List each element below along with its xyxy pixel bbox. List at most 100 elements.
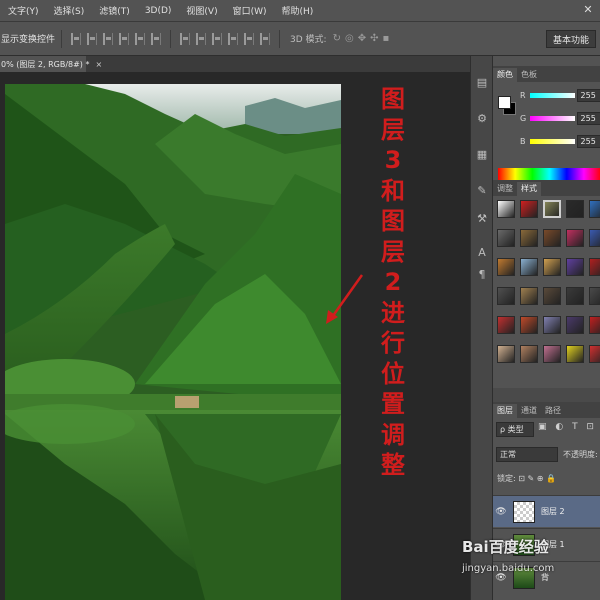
tab-paths[interactable]: 路径 (541, 404, 565, 418)
style-swatch[interactable] (589, 316, 600, 334)
blue-channel-slider[interactable] (529, 138, 575, 144)
style-swatch[interactable] (589, 287, 600, 305)
style-swatch[interactable] (566, 345, 584, 363)
distribute-right-icon[interactable] (260, 32, 271, 45)
3d-slide-icon[interactable]: ✣ (370, 33, 378, 44)
style-swatch[interactable] (543, 287, 561, 305)
layer-filter-icons[interactable]: ▣ ◐ T ⊡ ⊕ (538, 422, 600, 432)
menu-item-3d[interactable]: 3D(D) (137, 6, 179, 16)
style-swatch[interactable] (566, 200, 584, 218)
style-swatch[interactable] (520, 200, 538, 218)
layer-kind-filter[interactable]: ρ 类型 (496, 422, 534, 437)
style-swatch[interactable] (520, 258, 538, 276)
distribute-hcenter-icon[interactable] (244, 32, 255, 45)
paragraph-icon[interactable]: ¶ (475, 268, 489, 282)
properties-icon[interactable]: ⚙ (475, 112, 489, 126)
tool-presets-icon[interactable]: ⚒ (475, 212, 489, 226)
style-swatch[interactable] (589, 200, 600, 218)
distribute-vcenter-icon[interactable] (196, 32, 207, 45)
3d-scale-icon[interactable]: ▪ (382, 33, 389, 44)
style-swatch[interactable] (520, 229, 538, 247)
window-close-icon[interactable]: ✕ (576, 0, 600, 18)
style-swatch[interactable] (543, 345, 561, 363)
style-swatch[interactable] (497, 200, 515, 218)
distribute-bottom-icon[interactable] (212, 32, 223, 45)
tab-layers[interactable]: 图层 (493, 404, 517, 418)
foreground-color-swatch[interactable] (498, 96, 511, 109)
annotation-char: 图 (381, 85, 405, 113)
style-swatch[interactable] (589, 229, 600, 247)
style-swatch[interactable] (497, 287, 515, 305)
menu-item-help[interactable]: 帮助(H) (274, 4, 321, 17)
close-tab-icon[interactable]: × (95, 60, 102, 69)
character-icon[interactable]: A (475, 246, 489, 260)
green-channel-input[interactable]: 255 (576, 111, 600, 125)
lock-controls[interactable]: 锁定: ⊡ ✎ ⊕ 🔒 (497, 473, 556, 484)
style-swatch[interactable] (543, 316, 561, 334)
style-swatch[interactable] (520, 287, 538, 305)
tab-adjustments[interactable]: 调整 (493, 182, 517, 196)
tab-channels[interactable]: 通道 (517, 404, 541, 418)
divider (61, 29, 63, 48)
style-swatch[interactable] (497, 229, 515, 247)
tab-swatches[interactable]: 色板 (517, 68, 541, 82)
red-channel-slider[interactable] (529, 92, 575, 98)
style-swatch[interactable] (566, 258, 584, 276)
tab-color[interactable]: 颜色 (493, 68, 517, 82)
history-icon[interactable]: ▤ (475, 76, 489, 90)
annotation-char: 置 (381, 390, 405, 418)
distribute-left-icon[interactable] (228, 32, 239, 45)
watermark-logo: Bai百度经验 (462, 538, 549, 556)
3d-roll-icon[interactable]: ◎ (345, 33, 354, 44)
brush-icon[interactable]: ✎ (475, 184, 489, 198)
style-swatch[interactable] (566, 316, 584, 334)
3d-rotate-icon[interactable]: ↻ (333, 33, 341, 44)
distribute-top-icon[interactable] (180, 32, 191, 45)
menu-item-filter[interactable]: 滤镜(T) (91, 4, 137, 17)
align-bottom-icon[interactable] (103, 32, 114, 45)
style-swatch[interactable] (543, 200, 561, 218)
document-tab[interactable]: 0% (图层 2, RGB/8#) * × (0, 56, 102, 72)
style-swatch[interactable] (543, 229, 561, 247)
align-top-icon[interactable] (71, 32, 82, 45)
style-swatch[interactable] (520, 316, 538, 334)
annotation-char: 整 (381, 451, 405, 479)
align-left-icon[interactable] (119, 32, 130, 45)
green-channel-slider[interactable] (529, 115, 575, 121)
style-swatch[interactable] (520, 345, 538, 363)
style-swatch[interactable] (566, 229, 584, 247)
info-icon[interactable]: ▦ (475, 148, 489, 162)
divider (279, 29, 281, 48)
styles-panel-footer (493, 388, 600, 402)
3d-drag-icon[interactable]: ✥ (358, 33, 366, 44)
style-swatch[interactable] (497, 345, 515, 363)
menu-item-type[interactable]: 文字(Y) (0, 4, 46, 17)
style-swatch[interactable] (589, 258, 600, 276)
visibility-eye-icon[interactable]: 👁 (493, 507, 509, 517)
annotation-char: 图 (381, 207, 405, 235)
menu-item-window[interactable]: 窗口(W) (225, 4, 274, 17)
options-bar: 显示变换控件 3D 模式: ↻ ◎ ✥ ✣ ▪ 基本功能 (0, 22, 600, 56)
workspace-switcher-button[interactable]: 基本功能 (545, 30, 596, 48)
panel-dock: ▤ ⚙ ▦ ✎ ⚒ A ¶ (470, 56, 492, 600)
blue-channel-input[interactable]: 255 (576, 134, 600, 148)
align-hcenter-icon[interactable] (135, 32, 146, 45)
align-vcenter-icon[interactable] (87, 32, 98, 45)
blend-mode-select[interactable]: 正常 (496, 447, 558, 462)
layer-row[interactable]: 👁 图层 2 (493, 495, 600, 527)
style-swatch[interactable] (589, 345, 600, 363)
annotation-arrow-icon (326, 274, 364, 324)
annotation-char: 层 (381, 115, 405, 144)
menu-item-select[interactable]: 选择(S) (46, 4, 92, 17)
right-panels: 颜色 色板 R 255 G 255 B 255 调整 样式 图层 通道 路径 ρ… (492, 56, 600, 600)
menu-item-view[interactable]: 视图(V) (178, 4, 224, 17)
style-swatch[interactable] (566, 287, 584, 305)
align-right-icon[interactable] (151, 32, 162, 45)
style-swatch[interactable] (497, 316, 515, 334)
style-swatch[interactable] (543, 258, 561, 276)
red-channel-input[interactable]: 255 (576, 88, 600, 102)
style-swatch[interactable] (497, 258, 515, 276)
mountain-reflection-image[interactable] (5, 84, 341, 600)
tab-styles[interactable]: 样式 (517, 182, 541, 196)
show-transform-controls-checkbox[interactable]: 显示变换控件 (0, 32, 55, 45)
